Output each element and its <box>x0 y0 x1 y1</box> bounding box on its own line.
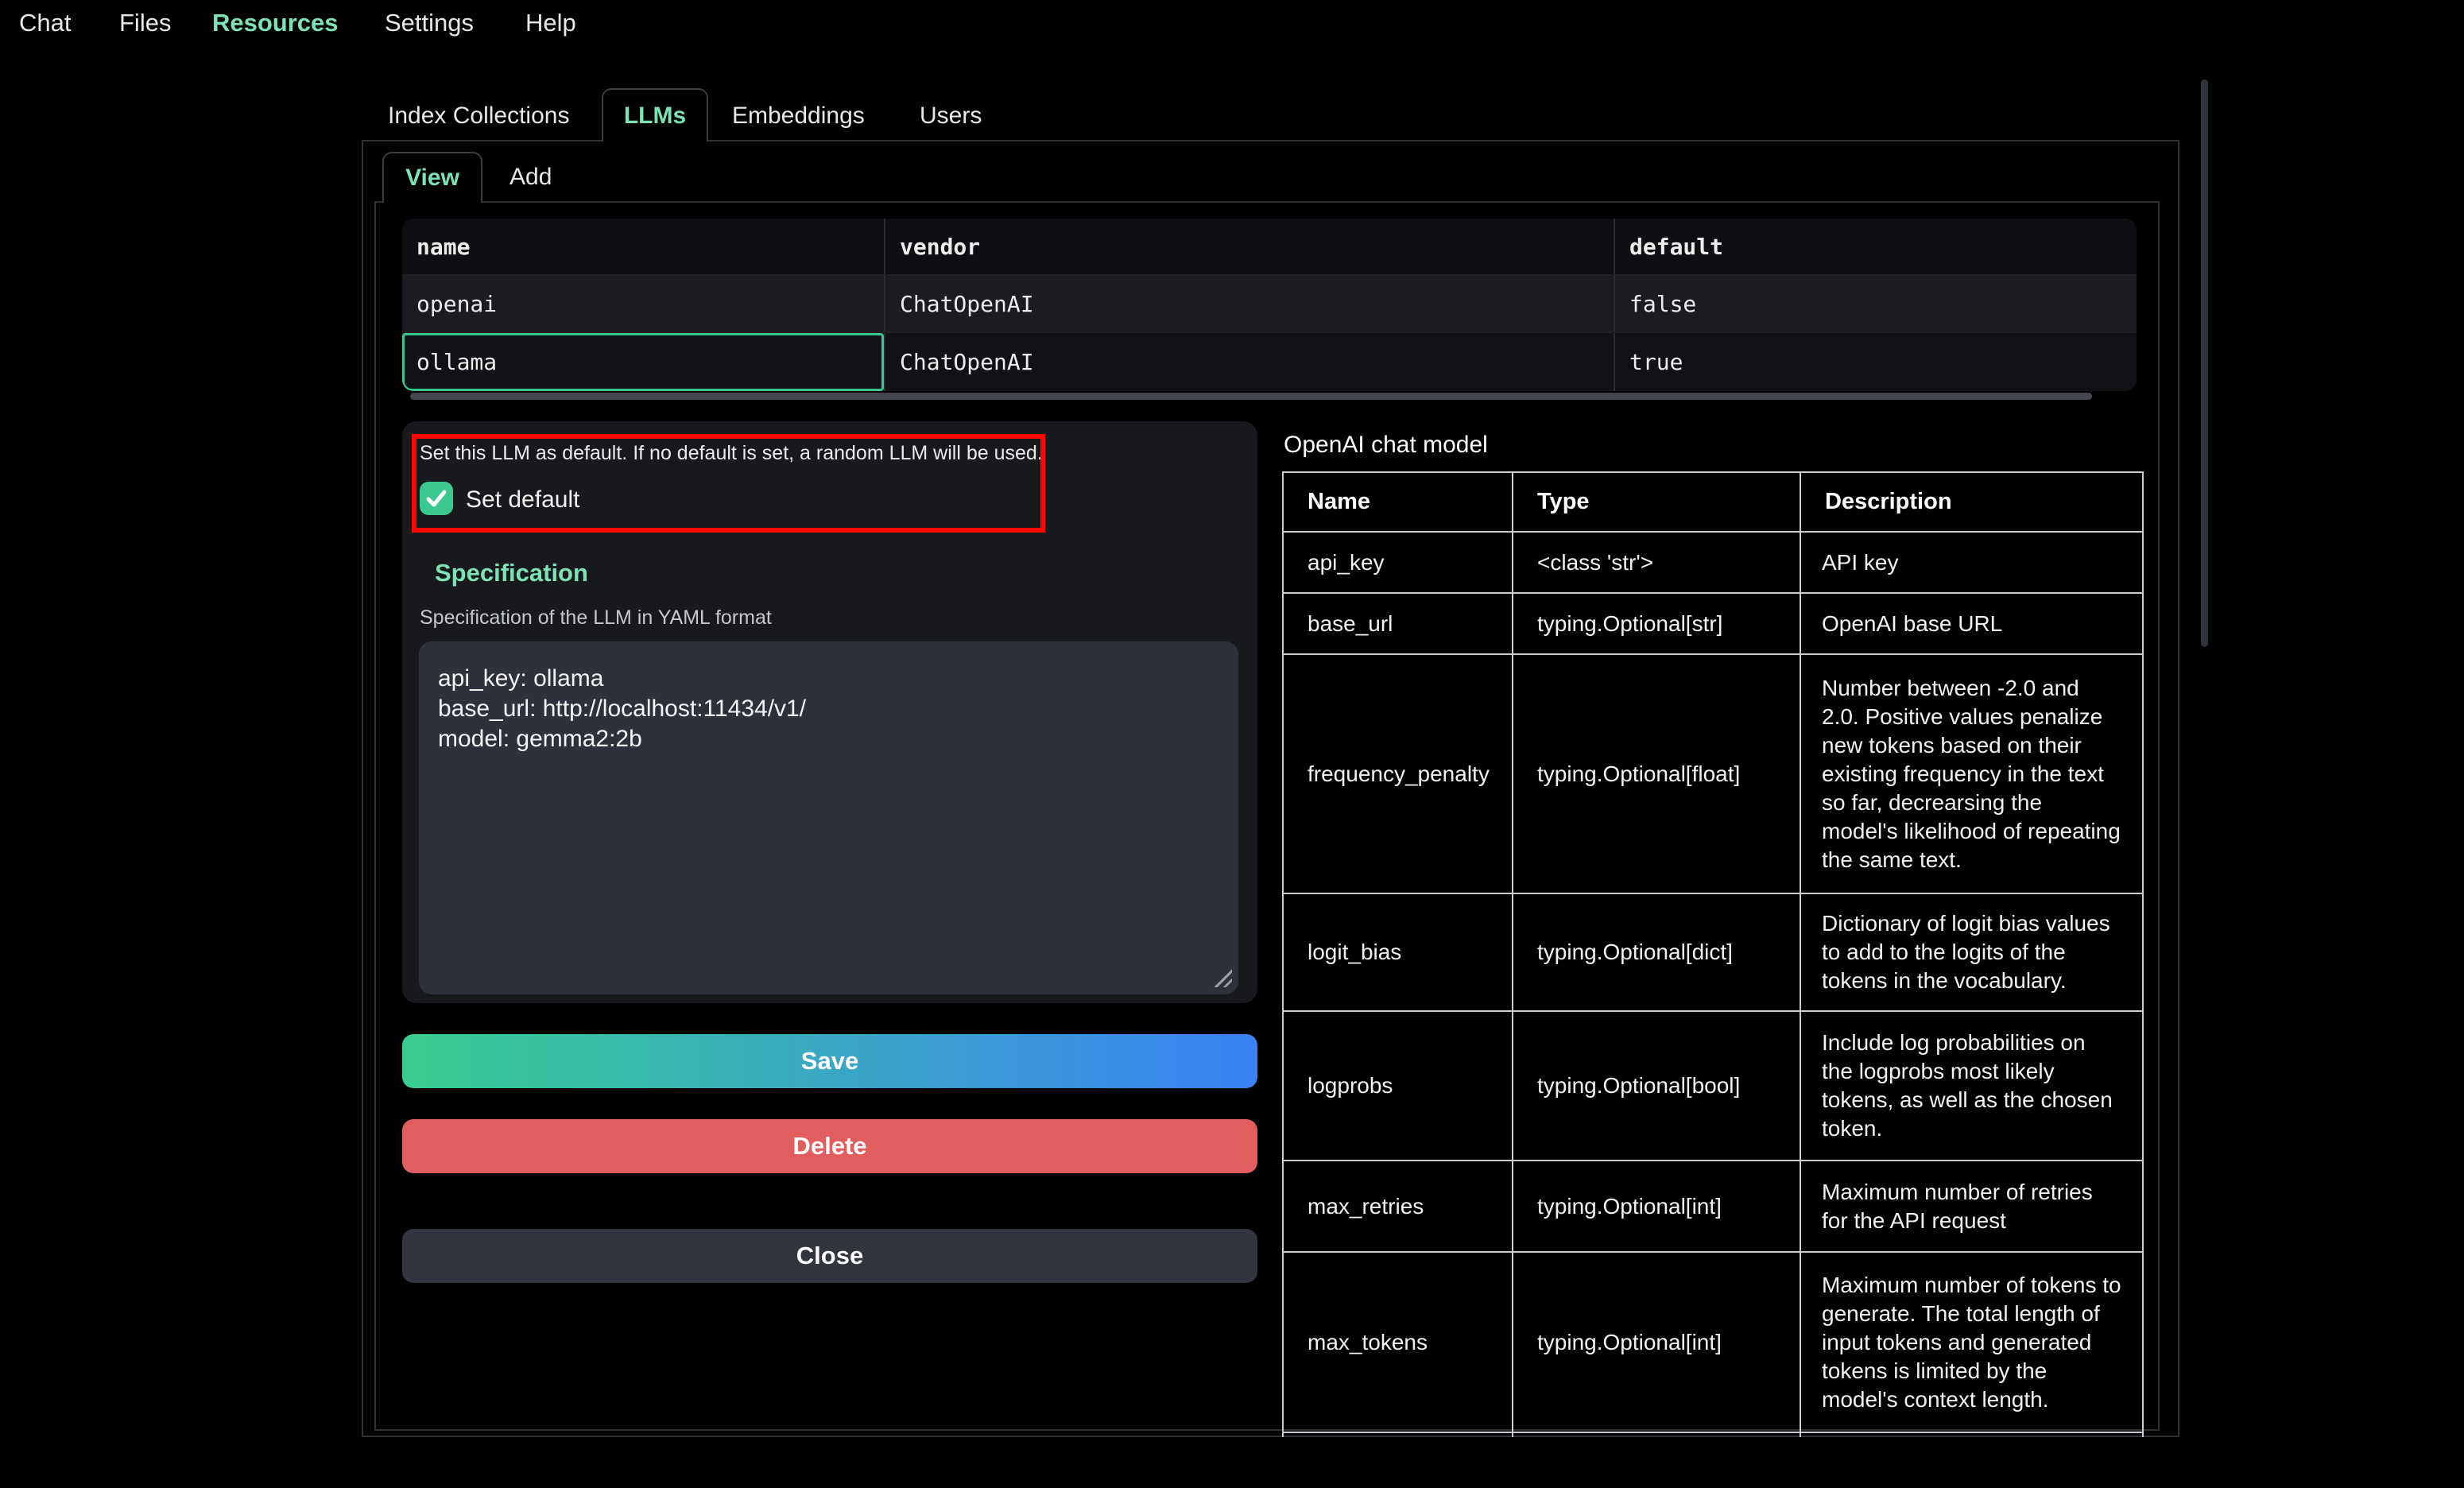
param-description: Dictionary of logit bias values to add t… <box>1800 893 2143 1011</box>
llm-column-header-name: name <box>402 219 884 274</box>
llm-cell: ollama <box>402 333 884 391</box>
llm-cell: true <box>1614 333 2137 391</box>
param-row-base-url: base_urltyping.Optional[str]OpenAI base … <box>1283 593 2143 654</box>
specification-help-text: Specification of the LLM in YAML format <box>420 606 772 630</box>
params-column-header-type: Type <box>1513 472 1800 532</box>
tab-embeddings[interactable]: Embeddings <box>732 103 865 130</box>
set-default-checkbox[interactable] <box>420 482 453 515</box>
param-description: Maximum number of retries for the API re… <box>1800 1161 2143 1252</box>
subtab-view[interactable]: View <box>382 152 482 203</box>
params-table: NameTypeDescription api_key<class 'str'>… <box>1282 471 2144 1437</box>
tab-users[interactable]: Users <box>920 103 982 130</box>
param-type: typing.Optional[bool] <box>1513 1011 1800 1161</box>
llm-list-table: namevendordefaultopenaiChatOpenAIfalseol… <box>402 219 2137 391</box>
delete-button[interactable]: Delete <box>402 1119 1257 1173</box>
param-name <box>1283 1432 1513 1437</box>
param-description: OpenAI base URL <box>1800 593 2143 654</box>
params-table-header: NameTypeDescription <box>1283 472 2143 532</box>
llm-cell: ChatOpenAI <box>884 333 1614 391</box>
llm-table-horizontal-scrollbar[interactable] <box>410 393 2092 400</box>
param-type: typing.Optional[dict] <box>1513 893 1800 1011</box>
param-description <box>1800 1432 2143 1437</box>
specification-heading: Specification <box>435 559 588 587</box>
nav-item-files[interactable]: Files <box>119 9 171 37</box>
save-button[interactable]: Save <box>402 1034 1257 1088</box>
params-column-header-name: Name <box>1283 472 1513 532</box>
vertical-scrollbar[interactable] <box>2201 79 2208 647</box>
param-row-max-retries: max_retriestyping.Optional[int]Maximum n… <box>1283 1161 2143 1252</box>
param-description: Include log probabilities on the logprob… <box>1800 1011 2143 1161</box>
set-default-label: Set default <box>466 486 579 513</box>
llm-cell: false <box>1614 276 2137 331</box>
checkmark-icon <box>426 490 447 507</box>
param-type: typing.Optional[str] <box>1513 593 1800 654</box>
param-name: frequency_penalty <box>1283 654 1513 893</box>
llm-column-header-default: default <box>1614 219 2137 274</box>
param-row-frequency-penalty: frequency_penaltytyping.Optional[float]N… <box>1283 654 2143 893</box>
param-name: max_tokens <box>1283 1252 1513 1432</box>
top-nav: Chat Files Resources Settings Help <box>0 0 2464 49</box>
param-type <box>1513 1432 1800 1437</box>
param-row-logprobs: logprobstyping.Optional[bool]Include log… <box>1283 1011 2143 1161</box>
param-row-logit-bias: logit_biastyping.Optional[dict]Dictionar… <box>1283 893 2143 1011</box>
llm-column-header-vendor: vendor <box>884 219 1614 274</box>
yaml-spec-textarea[interactable]: api_key: ollama base_url: http://localho… <box>419 641 1238 994</box>
param-description: Maximum number of tokens to generate. Th… <box>1800 1252 2143 1432</box>
subtab-add[interactable]: Add <box>509 164 552 191</box>
param-name: base_url <box>1283 593 1513 654</box>
param-type: typing.Optional[int] <box>1513 1161 1800 1252</box>
llm-table-header-row: namevendordefault <box>402 219 2137 274</box>
close-button[interactable]: Close <box>402 1229 1257 1283</box>
param-name: api_key <box>1283 532 1513 593</box>
param-row-max-tokens: max_tokenstyping.Optional[int]Maximum nu… <box>1283 1252 2143 1432</box>
tab-label: LLMs <box>624 103 686 130</box>
nav-item-resources[interactable]: Resources <box>212 9 339 37</box>
param-name: logprobs <box>1283 1011 1513 1161</box>
param-row-empty <box>1283 1432 2143 1437</box>
param-description: API key <box>1800 532 2143 593</box>
llm-cell: openai <box>402 276 884 331</box>
params-table-container: NameTypeDescription api_key<class 'str'>… <box>1282 471 2145 1437</box>
params-panel-title: OpenAI chat model <box>1284 432 1488 459</box>
subtab-label: View <box>405 165 459 192</box>
param-type: typing.Optional[float] <box>1513 654 1800 893</box>
nav-item-help[interactable]: Help <box>525 9 576 37</box>
params-column-header-description: Description <box>1800 472 2143 532</box>
param-name: logit_bias <box>1283 893 1513 1011</box>
nav-item-settings[interactable]: Settings <box>385 9 474 37</box>
param-type: typing.Optional[int] <box>1513 1252 1800 1432</box>
param-description: Number between -2.0 and 2.0. Positive va… <box>1800 654 2143 893</box>
set-default-help-text: Set this LLM as default. If no default i… <box>420 442 1043 465</box>
param-type: <class 'str'> <box>1513 532 1800 593</box>
llm-row-openai[interactable]: openaiChatOpenAIfalse <box>402 274 2137 331</box>
tab-index-collections[interactable]: Index Collections <box>388 103 569 130</box>
param-name: max_retries <box>1283 1161 1513 1252</box>
llm-row-ollama[interactable]: ollamaChatOpenAItrue <box>402 331 2137 391</box>
llm-cell: ChatOpenAI <box>884 276 1614 331</box>
param-row-api-key: api_key<class 'str'>API key <box>1283 532 2143 593</box>
tab-llms[interactable]: LLMs <box>602 88 708 141</box>
nav-item-chat[interactable]: Chat <box>19 9 71 37</box>
